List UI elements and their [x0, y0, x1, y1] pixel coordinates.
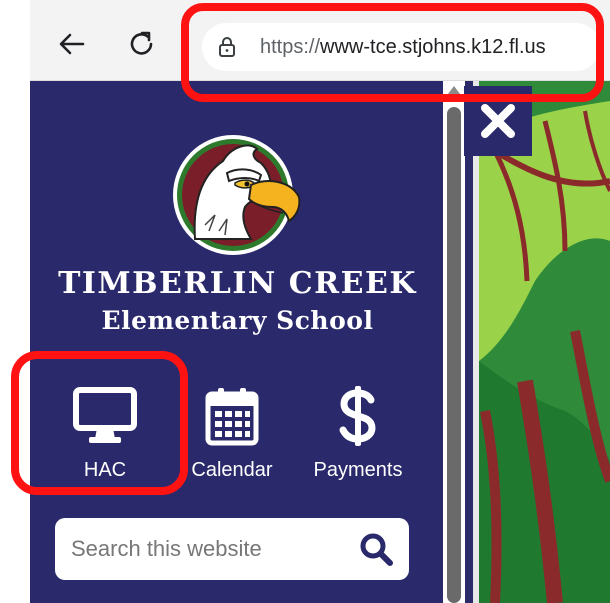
school-name-line2: Elementary School: [101, 306, 374, 335]
reload-button[interactable]: [124, 26, 160, 62]
close-button[interactable]: [464, 86, 532, 156]
site-search-box: [55, 518, 409, 580]
scrollbar-thumb[interactable]: [447, 107, 461, 603]
search-icon: [360, 533, 393, 566]
browser-toolbar: https://www-tce.stjohns.k12.fl.us: [30, 0, 610, 81]
search-button[interactable]: [359, 532, 393, 566]
back-button[interactable]: [54, 26, 90, 62]
eagle-mascot-logo[interactable]: [165, 127, 305, 257]
search-input[interactable]: [69, 535, 353, 563]
url-scheme: https://: [260, 35, 321, 58]
scroll-up-arrow-icon[interactable]: [448, 86, 460, 94]
reload-icon: [130, 31, 153, 55]
hac-link[interactable]: HAC: [40, 385, 170, 485]
page-left-margin: [0, 0, 30, 603]
school-name-line1: TIMBERLIN CREEK: [58, 266, 417, 301]
back-arrow-icon: [59, 33, 85, 55]
dollar-icon: [339, 386, 376, 446]
close-icon: [481, 104, 515, 138]
hac-label: HAC: [83, 459, 127, 481]
payments-link[interactable]: Payments: [293, 385, 423, 485]
calendar-label: Calendar: [191, 459, 273, 481]
hero-image: [465, 81, 610, 603]
calendar-icon: [205, 388, 259, 446]
address-bar[interactable]: https://www-tce.stjohns.k12.fl.us: [202, 23, 600, 71]
payments-label: Payments: [313, 459, 403, 481]
lock-icon[interactable]: [214, 34, 240, 60]
calendar-link[interactable]: Calendar: [167, 385, 297, 485]
monitor-icon: [73, 387, 137, 443]
url-host: www-tce.stjohns.k12.fl.us: [320, 35, 546, 58]
url-text: https://www-tce.stjohns.k12.fl.us: [260, 36, 546, 59]
